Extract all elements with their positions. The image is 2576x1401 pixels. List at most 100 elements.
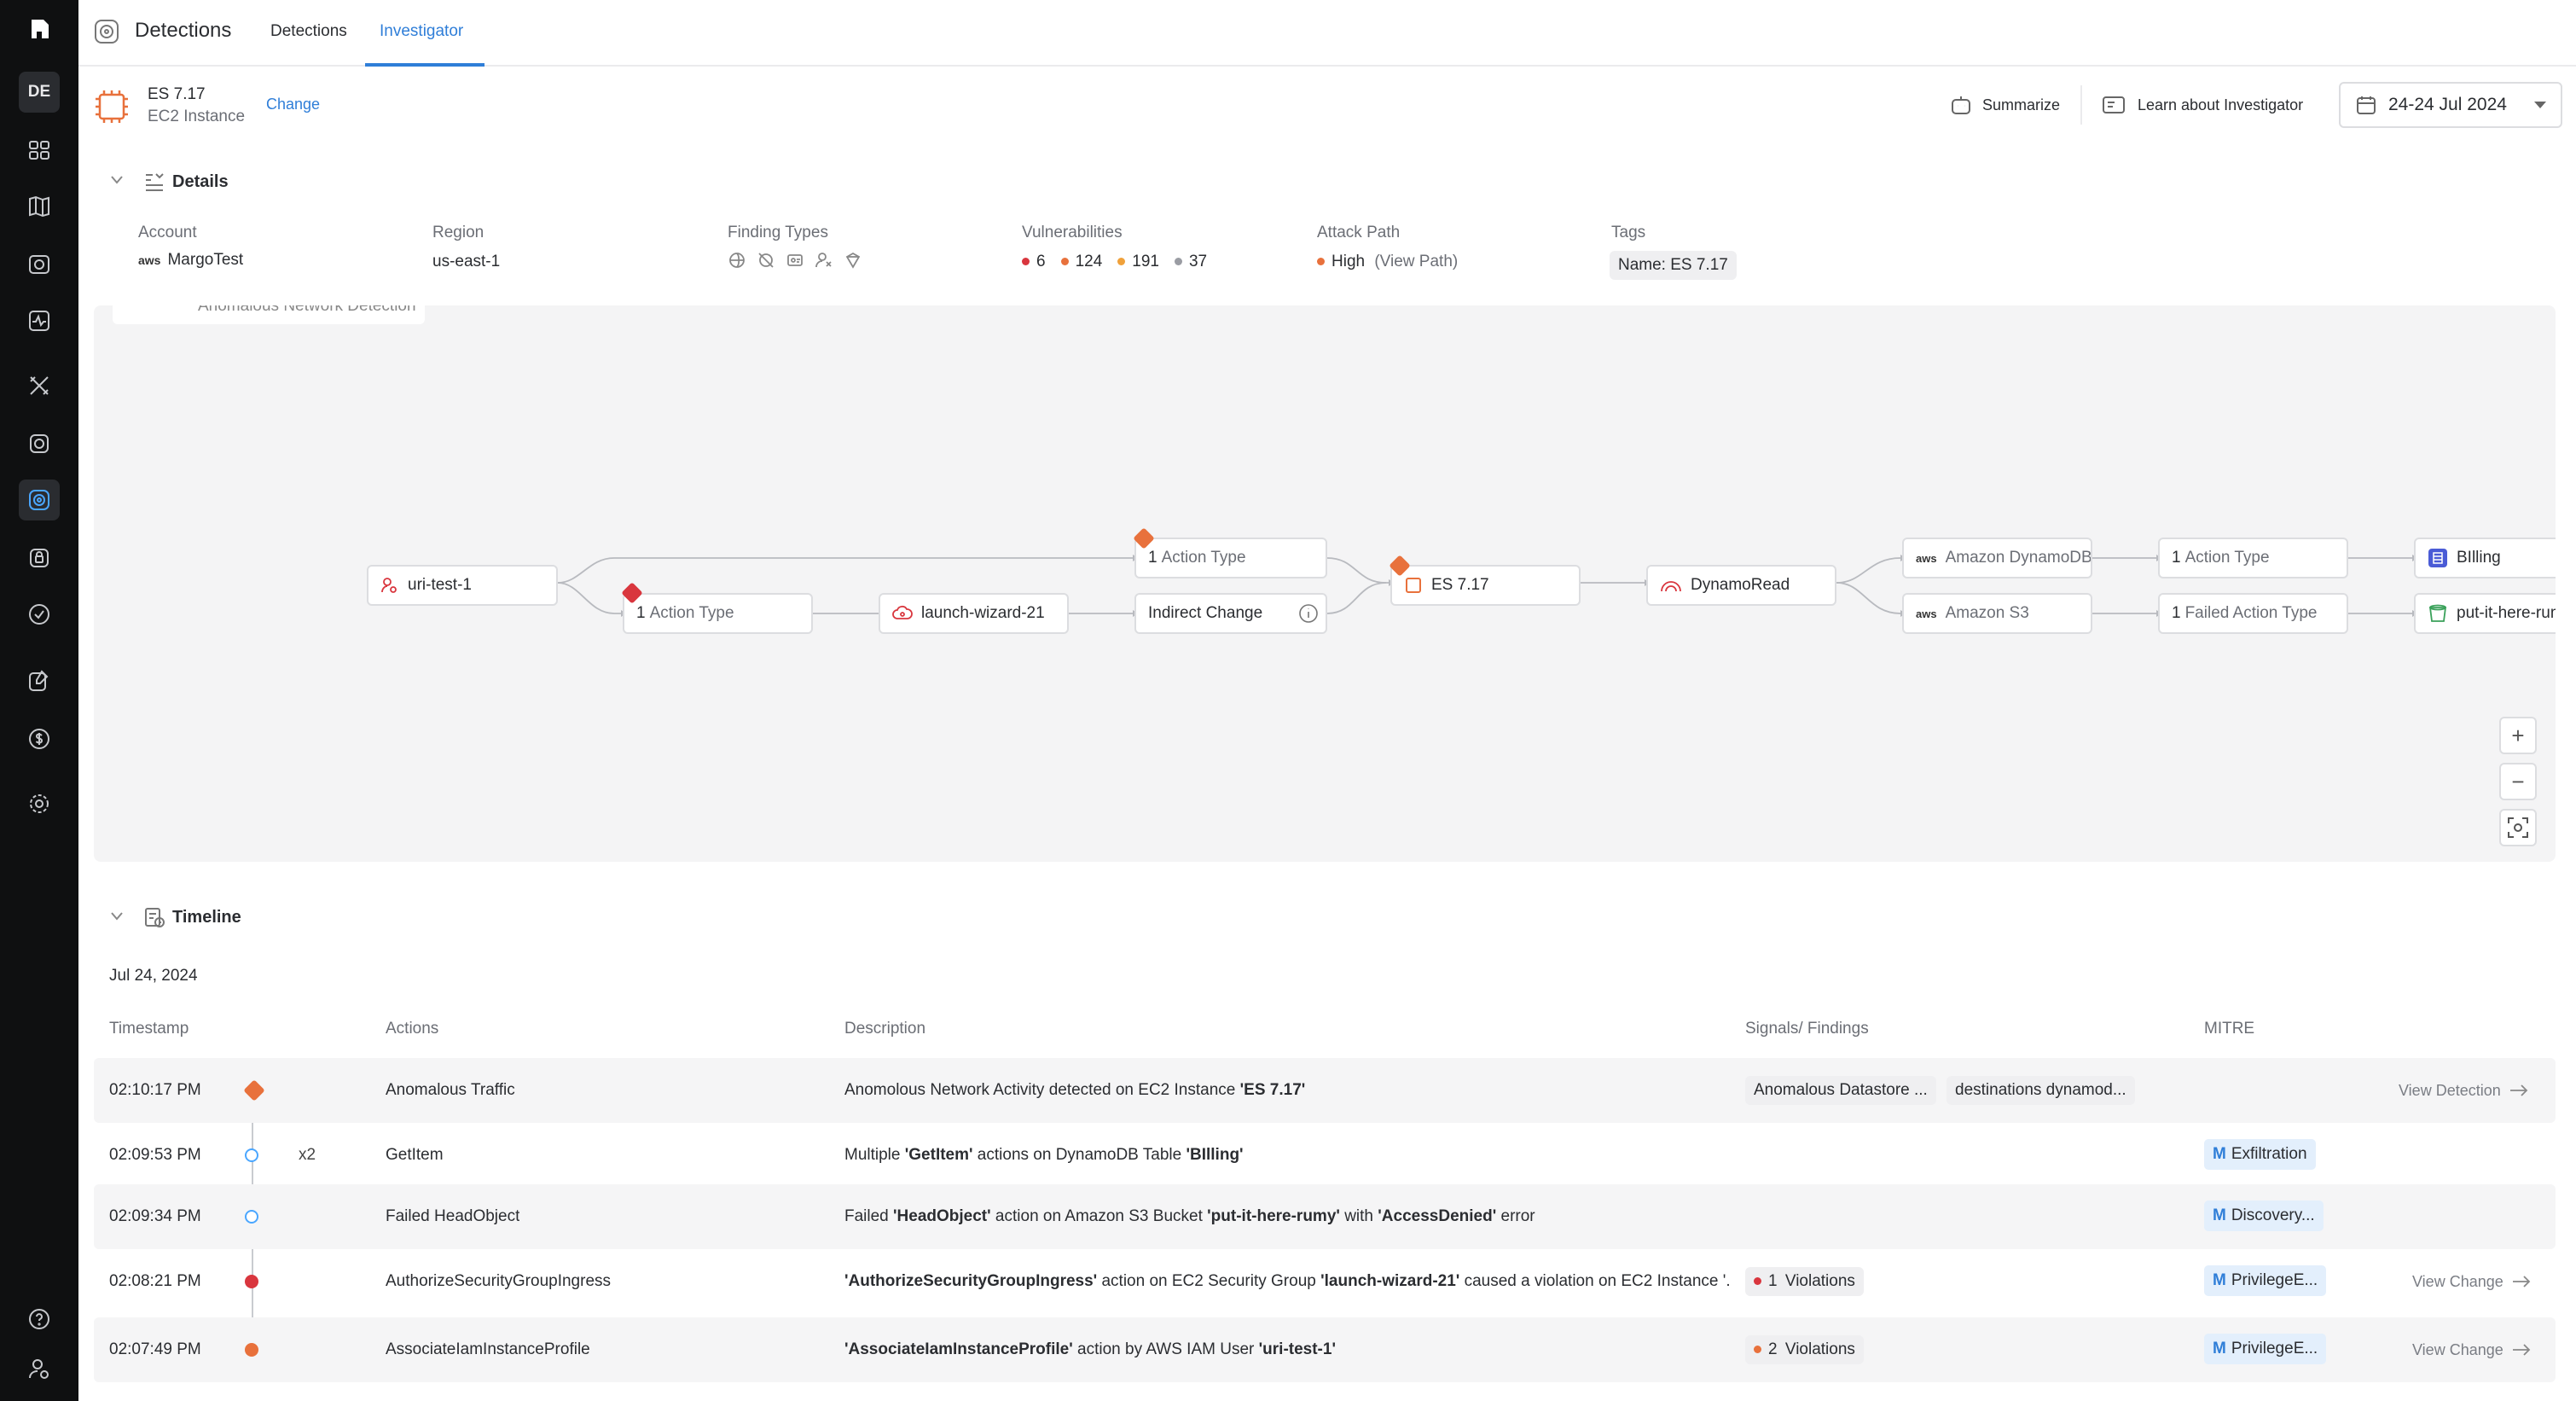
avatar[interactable]: DE bbox=[19, 72, 60, 113]
row-timestamp: 02:09:53 PM bbox=[109, 1146, 201, 1164]
row-description: Anomolous Network Activity detected on E… bbox=[844, 1081, 1306, 1099]
camera-icon[interactable] bbox=[19, 244, 60, 285]
tag-chip: Name: ES 7.17 bbox=[1610, 251, 1737, 280]
change-asset-link[interactable]: Change bbox=[266, 96, 320, 113]
critical-vuln-count[interactable]: 6 bbox=[1022, 253, 1046, 271]
node-indirect-change[interactable]: Indirect Change bbox=[1134, 593, 1327, 634]
data-finding-icon[interactable] bbox=[844, 251, 862, 270]
table-row[interactable]: 02:09:34 PM Failed HeadObject Failed 'He… bbox=[94, 1184, 2556, 1249]
view-detection-link[interactable]: View Detection bbox=[2399, 1058, 2528, 1123]
table-row[interactable]: 02:07:49 PM AssociateIamInstanceProfile … bbox=[94, 1317, 2556, 1382]
divider bbox=[2080, 85, 2082, 125]
investigator-icon[interactable] bbox=[19, 480, 60, 520]
summarize-button[interactable]: Summarize bbox=[1950, 90, 2060, 119]
signal-chip[interactable]: destinations dynamod... bbox=[1947, 1076, 2135, 1105]
aws-logo-icon: aws bbox=[1916, 551, 1937, 565]
help-icon[interactable] bbox=[19, 1299, 60, 1340]
user-settings-icon[interactable] bbox=[19, 1348, 60, 1389]
low-vuln-count[interactable]: 37 bbox=[1174, 253, 1207, 271]
collapse-details-icon[interactable] bbox=[111, 176, 123, 184]
logo-icon[interactable] bbox=[19, 9, 60, 49]
view-change-link[interactable]: View Change bbox=[2412, 1249, 2531, 1314]
violations-chip[interactable]: 2 Violations bbox=[1745, 1335, 1864, 1364]
column-header-timestamp[interactable]: Timestamp bbox=[109, 1020, 189, 1038]
check-circle-icon[interactable] bbox=[19, 594, 60, 635]
info-icon[interactable] bbox=[1298, 603, 1319, 624]
column-header-mitre[interactable]: MITRE bbox=[2204, 1020, 2254, 1038]
attack-path-value: High (View Path) bbox=[1317, 253, 1458, 271]
node-amazon-s3[interactable]: aws Amazon S3 bbox=[1902, 593, 2092, 634]
row-description: 'AssociateIamInstanceProfile' action by … bbox=[844, 1340, 1336, 1358]
row-timestamp: 02:07:49 PM bbox=[109, 1340, 201, 1358]
misconfig-finding-icon[interactable] bbox=[757, 251, 775, 270]
node-action-type-3[interactable]: 1 Action Type bbox=[2158, 538, 2348, 578]
dynamodb-table-icon bbox=[2428, 549, 2447, 567]
dollar-icon[interactable] bbox=[19, 718, 60, 759]
node-s3-bucket[interactable]: put-it-here-rumy bbox=[2414, 593, 2556, 634]
page-title: Detections bbox=[135, 19, 232, 42]
timeline-dot bbox=[245, 1275, 258, 1288]
vulnerability-counts: 6 124 191 37 bbox=[1022, 253, 1207, 271]
dashboard-icon[interactable] bbox=[19, 130, 60, 171]
medium-vuln-count[interactable]: 191 bbox=[1117, 253, 1159, 271]
view-change-link[interactable]: View Change bbox=[2412, 1317, 2531, 1382]
main-content: Detections Detections Investigator ES 7.… bbox=[78, 0, 2576, 1401]
node-action-type-1[interactable]: 1 Action Type bbox=[623, 593, 813, 634]
iam-user-icon bbox=[381, 578, 397, 593]
arrow-right-icon bbox=[2512, 1276, 2531, 1288]
table-row[interactable]: 02:09:53 PM x2 GetItem Multiple 'GetItem… bbox=[94, 1123, 2556, 1188]
view-path-link[interactable]: (View Path) bbox=[1374, 253, 1458, 270]
user-finding-icon[interactable] bbox=[815, 251, 833, 270]
node-es-7-17[interactable]: ES 7.17 bbox=[1390, 565, 1581, 606]
bug-icon[interactable] bbox=[19, 423, 60, 464]
node-uri-test-1[interactable]: uri-test-1 bbox=[367, 565, 558, 606]
high-vuln-count[interactable]: 124 bbox=[1060, 253, 1102, 271]
node-failed-action-type[interactable]: 1 Failed Action Type bbox=[2158, 593, 2348, 634]
map-icon[interactable] bbox=[19, 186, 60, 227]
mitre-tag[interactable]: M PrivilegeE... bbox=[2204, 1334, 2327, 1364]
lock-icon[interactable] bbox=[19, 538, 60, 578]
table-row[interactable]: 02:10:17 PM Anomalous Traffic Anomolous … bbox=[94, 1058, 2556, 1123]
attack-path-label: Attack Path bbox=[1317, 224, 1401, 241]
tab-investigator[interactable]: Investigator bbox=[380, 22, 463, 41]
node-billing-table[interactable]: BIlling bbox=[2414, 538, 2556, 578]
mitre-tag[interactable]: M Exfiltration bbox=[2204, 1139, 2316, 1170]
region-value: us-east-1 bbox=[432, 253, 501, 270]
asset-name: ES 7.17 bbox=[148, 85, 206, 103]
violations-chip[interactable]: 1 Violations bbox=[1745, 1267, 1864, 1296]
zoom-out-button[interactable]: − bbox=[2499, 763, 2537, 800]
role-icon bbox=[1661, 581, 1681, 592]
column-header-signals[interactable]: Signals/ Findings bbox=[1745, 1020, 1869, 1038]
row-action: GetItem bbox=[386, 1146, 444, 1164]
node-dynamoread[interactable]: DynamoRead bbox=[1646, 565, 1836, 606]
identity-finding-icon[interactable] bbox=[786, 251, 804, 270]
node-action-type-2[interactable]: 1 Action Type bbox=[1134, 538, 1327, 578]
signal-chip[interactable]: Anomalous Datastore ... bbox=[1745, 1076, 1936, 1105]
investigation-graph[interactable]: Anomalous Network Detection uri-test-1 1… bbox=[94, 305, 2556, 862]
collapse-timeline-icon[interactable] bbox=[111, 912, 123, 921]
repeat-count: x2 bbox=[299, 1146, 316, 1164]
date-range-picker[interactable]: 24-24 Jul 2024 bbox=[2339, 82, 2562, 128]
activity-icon[interactable] bbox=[19, 300, 60, 341]
node-launch-wizard-21[interactable]: launch-wizard-21 bbox=[879, 593, 1069, 634]
tools-icon[interactable] bbox=[19, 365, 60, 406]
learn-about-investigator-button[interactable]: Learn about Investigator bbox=[2102, 90, 2303, 119]
table-row[interactable]: 02:08:21 PM AuthorizeSecurityGroupIngres… bbox=[94, 1249, 2556, 1314]
tab-detections[interactable]: Detections bbox=[270, 22, 347, 41]
column-header-description[interactable]: Description bbox=[844, 1020, 925, 1038]
mitre-tag[interactable]: M Discovery... bbox=[2204, 1200, 2324, 1231]
account-label: Account bbox=[138, 224, 197, 241]
alert-icon bbox=[243, 1079, 265, 1102]
mitre-tag[interactable]: M PrivilegeE... bbox=[2204, 1265, 2327, 1296]
row-description: Multiple 'GetItem' actions on DynamoDB T… bbox=[844, 1146, 1244, 1164]
column-header-actions[interactable]: Actions bbox=[386, 1020, 438, 1038]
ec2-instance-icon bbox=[1406, 578, 1421, 593]
aws-logo-icon: aws bbox=[1916, 607, 1937, 620]
edit-shield-icon[interactable] bbox=[19, 660, 60, 701]
chevron-down-icon bbox=[2534, 102, 2546, 108]
zoom-in-button[interactable]: + bbox=[2499, 717, 2537, 754]
node-amazon-dynamodb[interactable]: aws Amazon DynamoDB bbox=[1902, 538, 2092, 578]
fit-view-button[interactable] bbox=[2499, 809, 2537, 846]
network-finding-icon[interactable] bbox=[728, 251, 746, 270]
settings-icon[interactable] bbox=[19, 783, 60, 824]
